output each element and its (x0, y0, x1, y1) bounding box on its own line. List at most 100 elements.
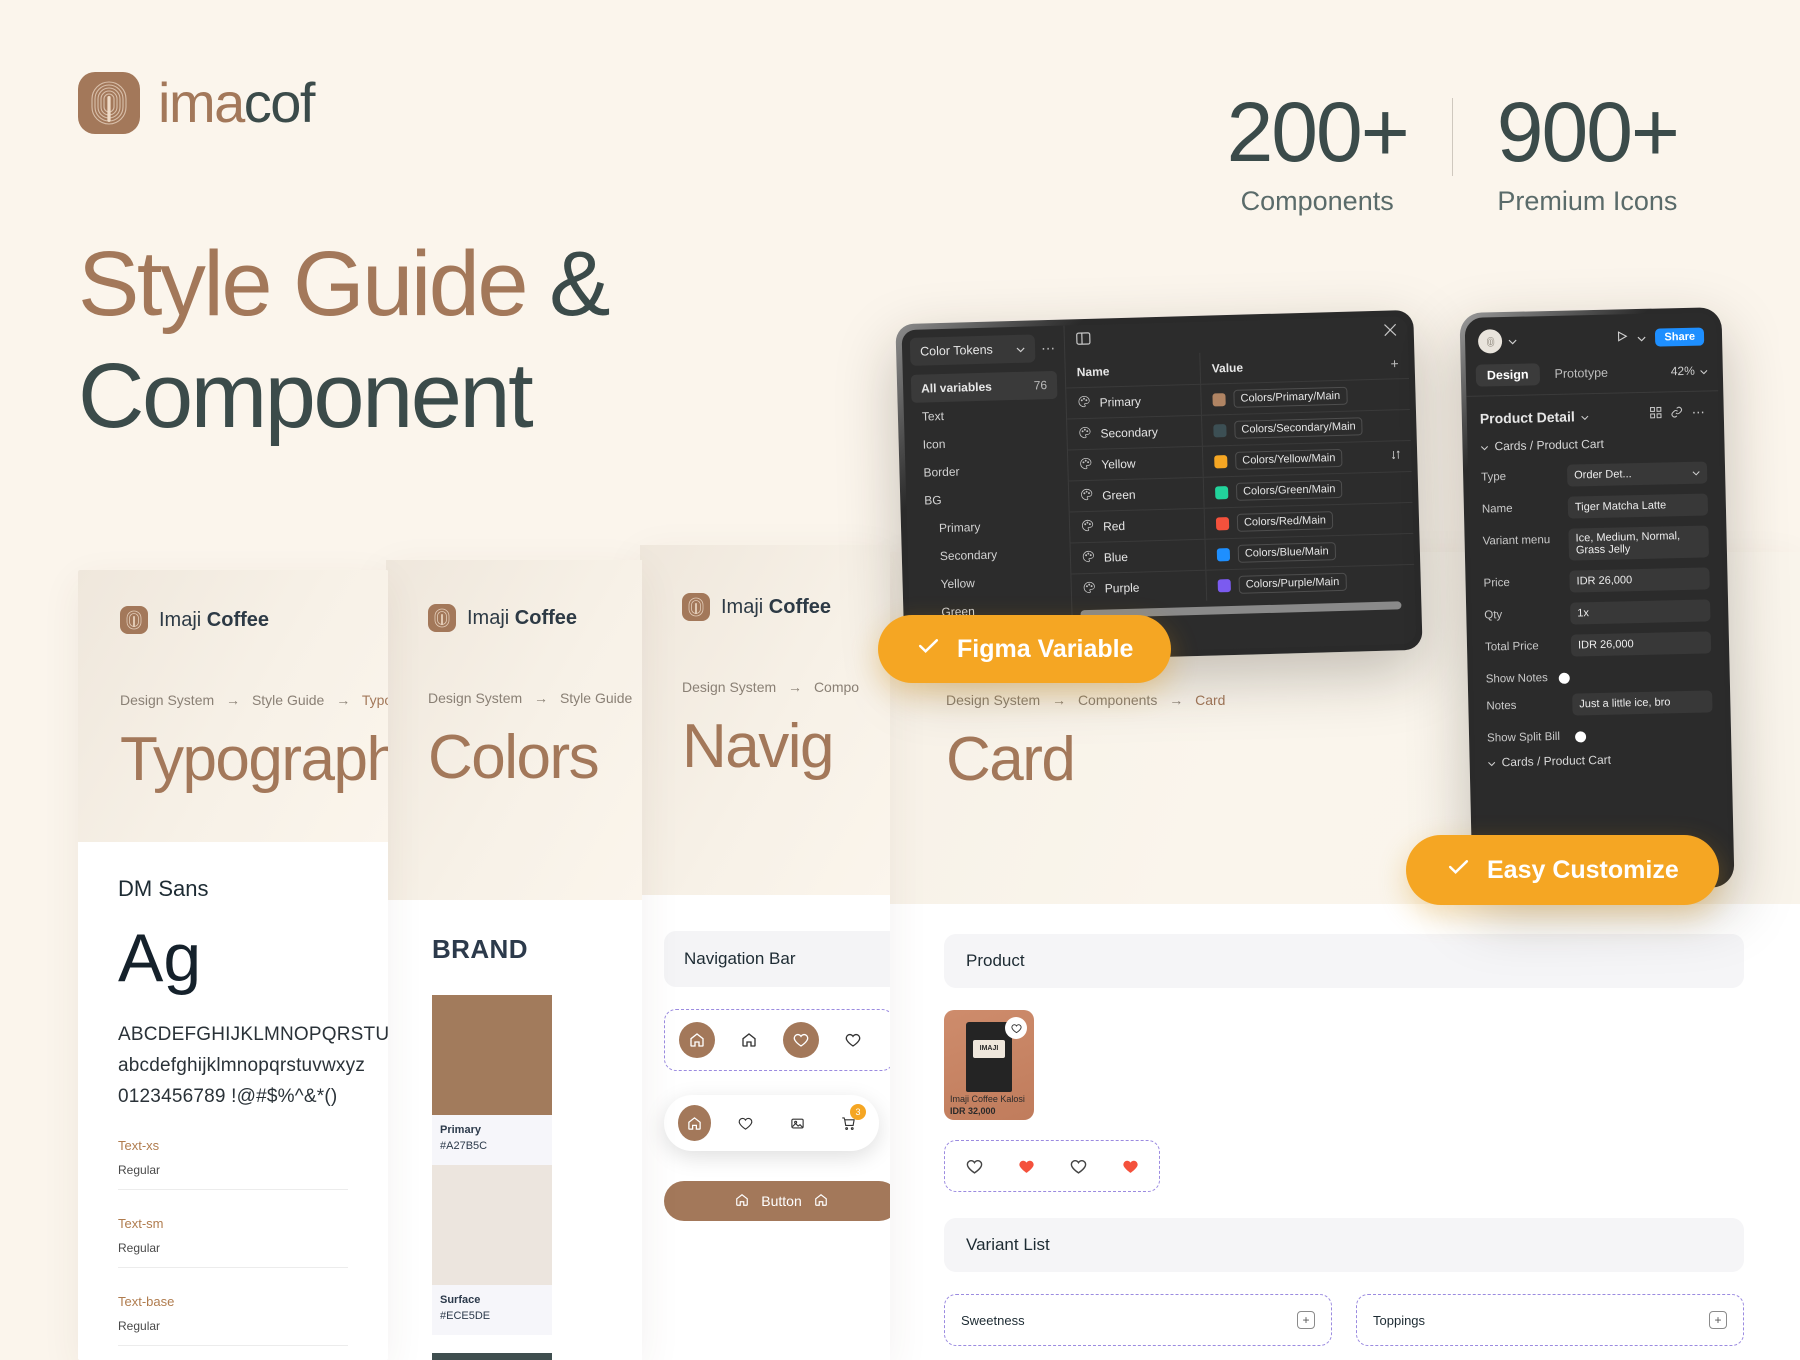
property-input[interactable]: Ice, Medium, Normal, Grass Jelly (1568, 525, 1710, 561)
swatch[interactable]: Primary #A27B5C (432, 995, 552, 1165)
breadcrumb-item[interactable]: Design System (428, 690, 522, 706)
glyphs-lowercase: abcdefghijklmnopqrstuvwxyz (118, 1054, 366, 1076)
variable-name: Secondary (1100, 425, 1159, 441)
navigation-body: Navigation Bar 3 Button (640, 895, 890, 1221)
home-icon[interactable] (731, 1022, 767, 1058)
property-input[interactable]: 1x (1570, 599, 1711, 625)
screen-brand: Imaji Coffee (682, 593, 848, 621)
chevron-down-icon[interactable] (1508, 332, 1517, 350)
heart-filled-icon[interactable] (1013, 1153, 1039, 1179)
variable-group-text[interactable]: Text (912, 399, 1059, 431)
variable-subgroup-yellow[interactable]: Yellow (916, 567, 1063, 599)
property-select[interactable]: Order Det... (1566, 461, 1708, 487)
swatch-color (432, 995, 552, 1115)
breadcrumb-item[interactable]: Design System (682, 679, 776, 695)
figma-design-panel: Share Design Prototype 42% Product Detai… (1459, 307, 1735, 893)
screen-title: Typography (120, 725, 388, 794)
variable-swatch (1214, 454, 1228, 468)
heart-filled-icon[interactable] (1117, 1153, 1143, 1179)
ellipsis-icon[interactable]: ⋯ (1041, 339, 1056, 356)
swatch[interactable]: Surface #ECE5DE (432, 1165, 552, 1335)
close-icon[interactable] (1384, 323, 1397, 341)
plus-icon[interactable]: + (1390, 355, 1399, 371)
link-icon[interactable] (1671, 405, 1683, 423)
property-value: 1x (1577, 607, 1590, 620)
swatch[interactable]: Secondary#3F4E4F (432, 1353, 552, 1360)
collection-name: Color Tokens (919, 342, 994, 359)
breadcrumb: Design System → Compo (682, 679, 859, 695)
variant-card[interactable]: Toppings + (1356, 1294, 1744, 1346)
heart-icon[interactable] (729, 1105, 762, 1141)
property-value: IDR 26,000 (1577, 638, 1634, 652)
collection-select[interactable]: Color Tokens (909, 334, 1036, 366)
property-value: Tiger Matcha Latte (1574, 499, 1667, 514)
variable-name: Yellow (1101, 456, 1136, 472)
property-input[interactable]: Just a little ice, bro (1572, 690, 1713, 716)
palette-icon (1077, 395, 1090, 411)
home-icon[interactable] (678, 1105, 712, 1141)
all-variables-row[interactable]: All variables 76 (910, 370, 1058, 403)
chevron-down-icon[interactable] (1637, 329, 1646, 347)
type-token: Text-base (118, 1294, 175, 1310)
tab-design[interactable]: Design (1475, 363, 1540, 387)
ellipsis-icon[interactable]: ⋯ (1692, 404, 1706, 422)
heart-outline-icon[interactable] (1065, 1153, 1091, 1179)
breadcrumb-item[interactable]: Style Guide (252, 692, 324, 708)
variable-subgroup-secondary[interactable]: Secondary (915, 539, 1062, 571)
chevron-down-icon (1488, 755, 1496, 769)
heart-icon[interactable] (835, 1022, 871, 1058)
figma-variables-window: Color Tokens ⋯ All variables 76 Text Ico… (895, 309, 1423, 665)
stepper-icon[interactable]: + (1709, 1311, 1727, 1329)
property-input[interactable]: Tiger Matcha Latte (1567, 493, 1709, 519)
stat-components: 200+ Components (1183, 88, 1452, 217)
property-input[interactable]: IDR 26,000 (1570, 631, 1712, 657)
property-value: IDR 26,000 (1576, 574, 1633, 588)
variant-card[interactable]: Sweetness + (944, 1294, 1332, 1346)
stepper-icon[interactable]: + (1297, 1311, 1315, 1329)
home-icon[interactable] (679, 1022, 715, 1058)
swatch-color (432, 1165, 552, 1285)
product-thumbnail[interactable]: IMAJI Imaji Coffee Kalosi IDR 32,000 (944, 1010, 1034, 1120)
page-title: Style Guide & Component (78, 228, 878, 452)
image-icon[interactable] (781, 1105, 814, 1141)
heart-icon[interactable] (783, 1022, 819, 1058)
breadcrumb-item-current: Card (1195, 692, 1226, 708)
poster-canvas: imacof Style Guide & Component 200+ Comp… (0, 0, 1800, 1360)
cart-icon[interactable]: 3 (832, 1104, 866, 1141)
breadcrumb-item[interactable]: Design System (946, 692, 1040, 708)
filter-icon[interactable] (1391, 449, 1402, 463)
variable-swatch (1215, 516, 1230, 530)
breadcrumb-item[interactable]: Style Guide (560, 690, 632, 706)
palette-icon (1078, 426, 1091, 442)
property-key: Variant menu (1482, 534, 1551, 548)
share-button[interactable]: Share (1655, 327, 1705, 347)
variable-group-bg[interactable]: BG (914, 483, 1061, 515)
button-primary[interactable]: Button (664, 1181, 890, 1221)
badge-label: Figma Variable (957, 634, 1134, 663)
sidebar-toggle-icon[interactable] (1076, 331, 1091, 349)
layer-section-repeat[interactable]: Cards / Product Cart (1474, 744, 1727, 778)
badge-label: Easy Customize (1487, 855, 1679, 884)
tab-prototype[interactable]: Prototype (1543, 361, 1619, 385)
colors-body: BRAND Primary #A27B5C Surface #ECE5DE Seco… (386, 900, 642, 1360)
variable-group-icon[interactable]: Icon (912, 427, 1059, 459)
nav-pill-bar: 3 (664, 1095, 879, 1151)
heart-outline-icon[interactable] (1005, 1017, 1027, 1039)
variable-subgroup-primary[interactable]: Primary (915, 511, 1062, 543)
heart-outline-icon[interactable] (961, 1153, 987, 1179)
breadcrumb-item[interactable]: Compo (814, 679, 859, 695)
play-icon[interactable] (1616, 329, 1628, 347)
type-weight: Regular (118, 1319, 161, 1334)
grid-icon[interactable] (1649, 405, 1662, 423)
user-avatar-icon[interactable] (1477, 329, 1503, 354)
zoom-level[interactable]: 42% (1671, 363, 1708, 378)
variant-grid: Sweetness + Toppings + (944, 1294, 1744, 1346)
chevron-down-icon[interactable] (1581, 407, 1589, 425)
variable-group-border[interactable]: Border (913, 455, 1060, 487)
palette-icon (1081, 519, 1094, 535)
section-variant-header: Variant List (944, 1218, 1744, 1272)
breadcrumb-item[interactable]: Components (1078, 692, 1157, 708)
screen-brand-text: Imaji Coffee (467, 606, 578, 629)
property-input[interactable]: IDR 26,000 (1569, 567, 1710, 593)
breadcrumb-item[interactable]: Design System (120, 692, 214, 708)
